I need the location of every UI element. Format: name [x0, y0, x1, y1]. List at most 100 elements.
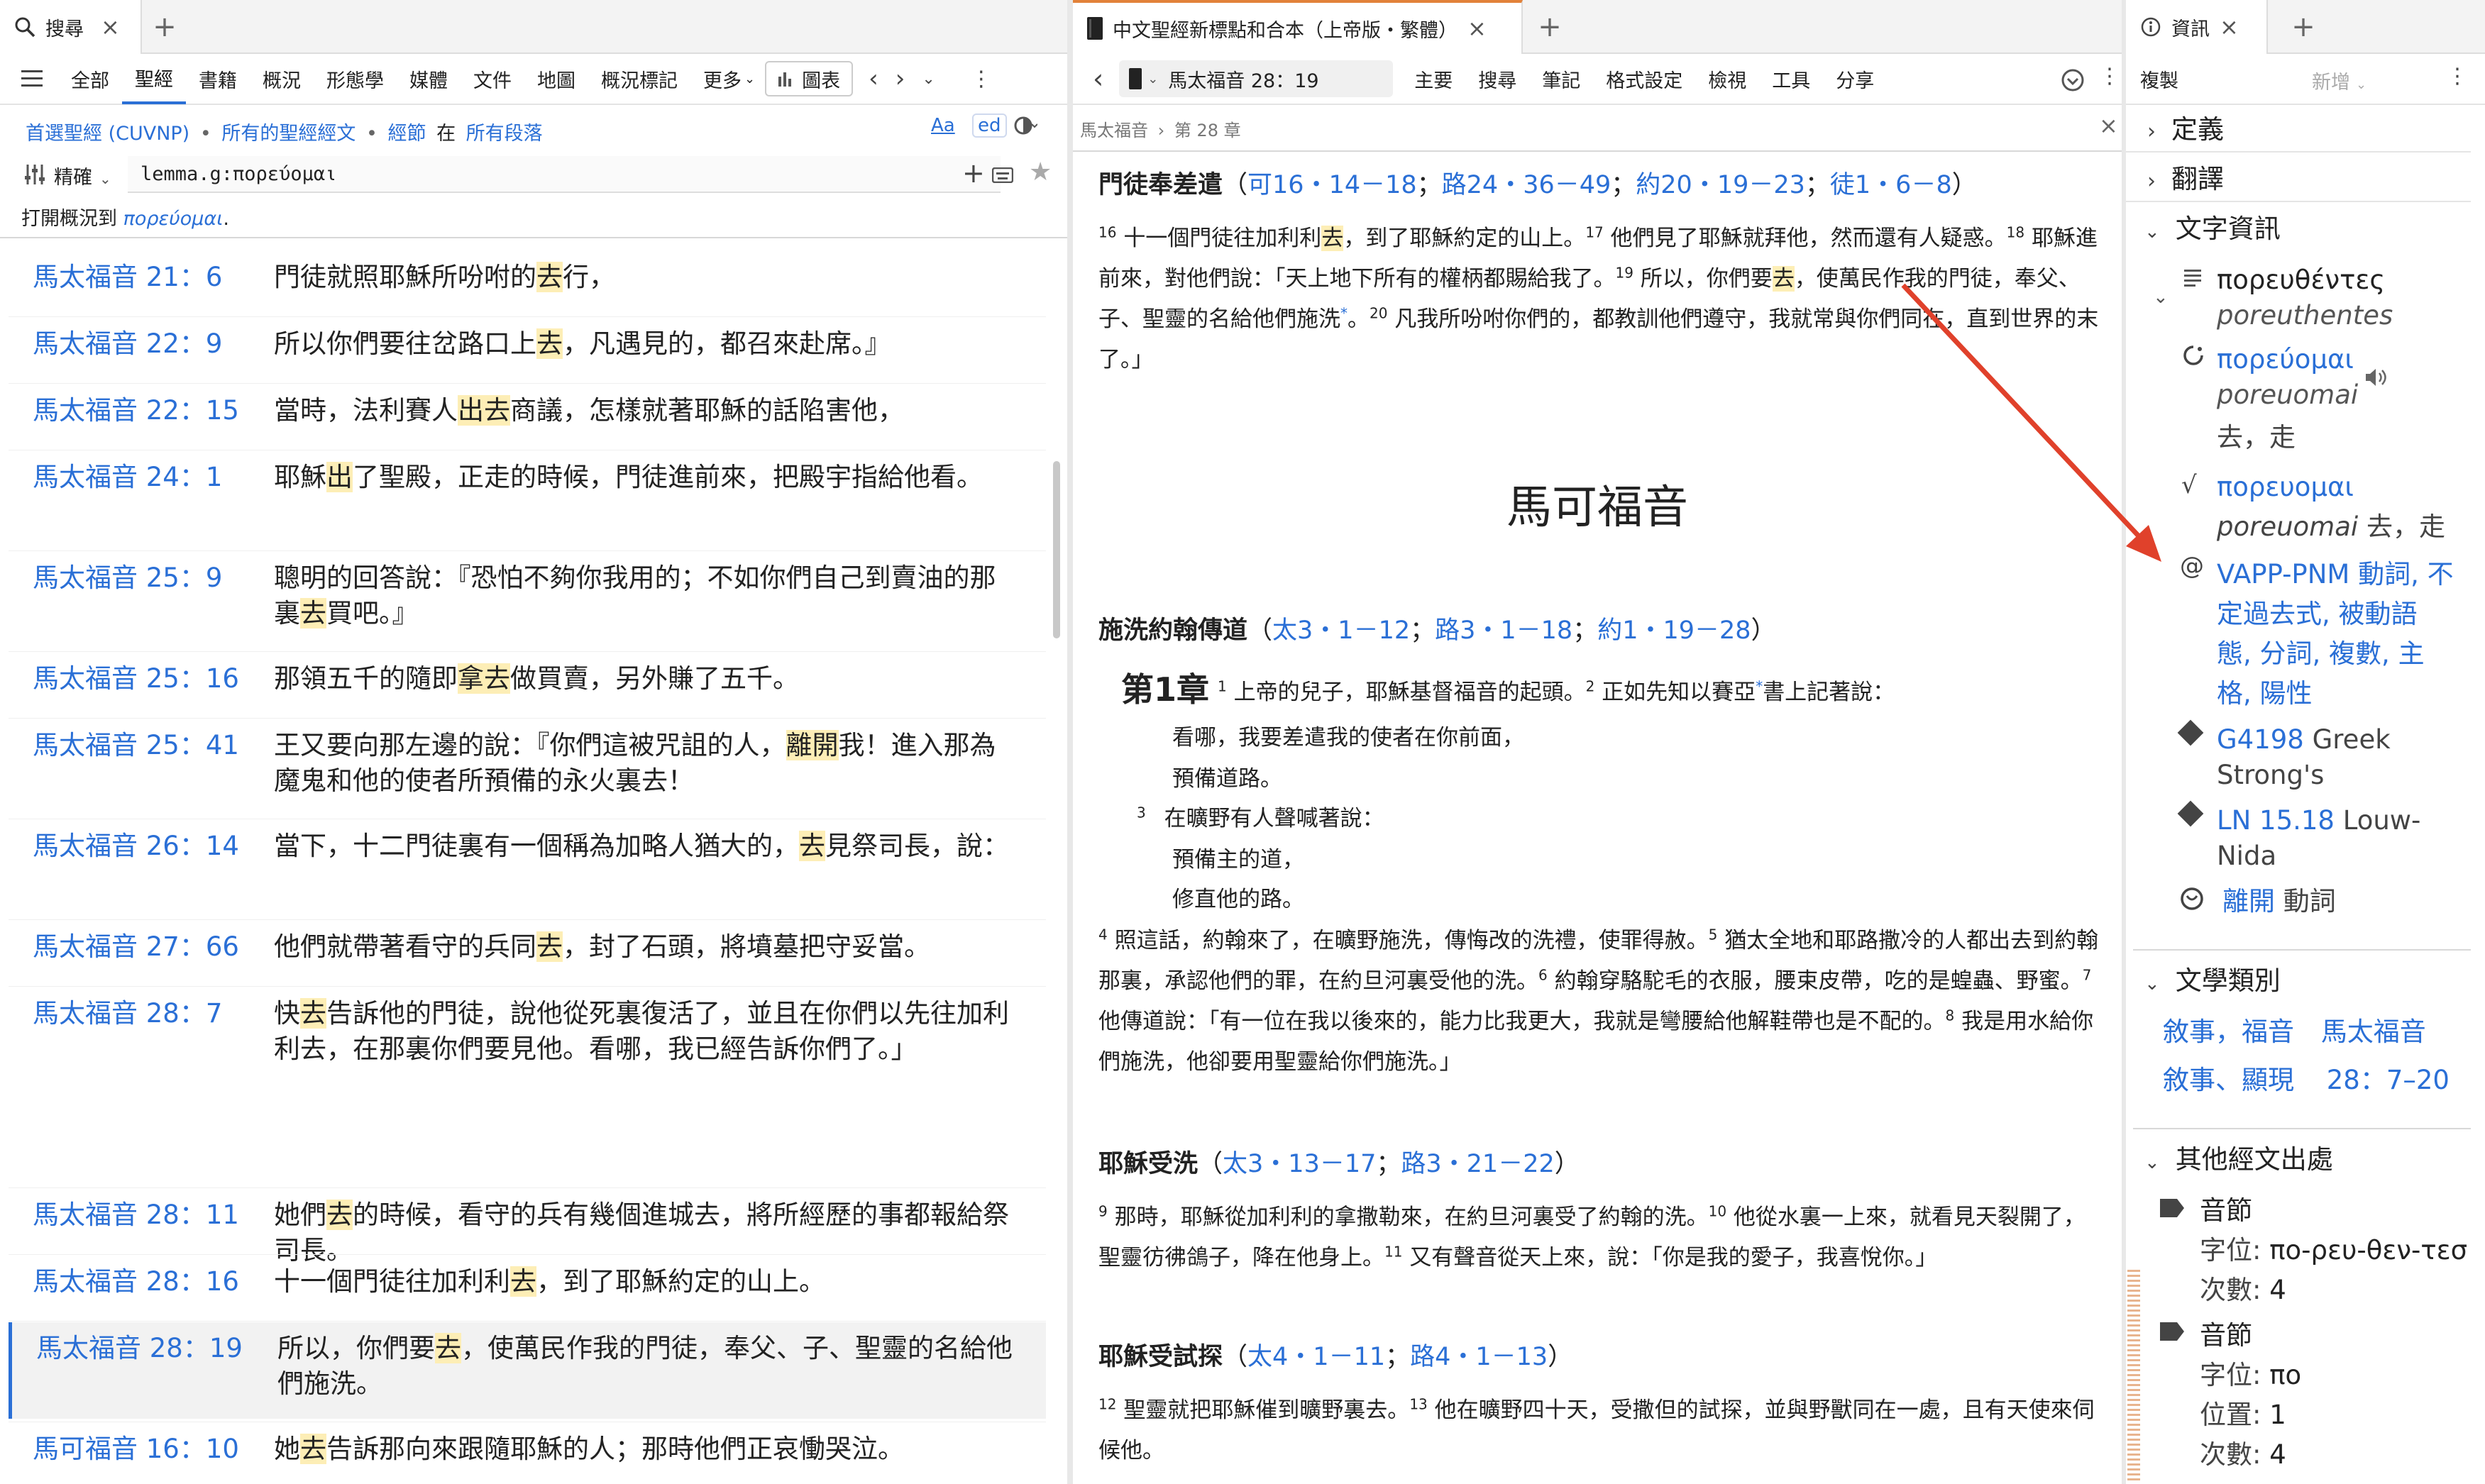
more-options-icon[interactable]: ⋮: [2099, 64, 2120, 89]
new-tab-button[interactable]: +: [1533, 10, 1567, 44]
section-definition[interactable]: › 定義: [2126, 111, 2471, 153]
close-tab-icon[interactable]: ×: [101, 13, 120, 40]
result-row[interactable]: 馬太福音 28：19 所以，你們要去，使萬民作我的門徒，奉父、子、聖靈的名給他們施…: [9, 1322, 1046, 1419]
results-scrollbar[interactable]: [1053, 461, 1060, 638]
open-overview-link[interactable]: πορεύομαι: [123, 208, 224, 230]
parallel-ref[interactable]: 太4・1－11: [1247, 1343, 1385, 1371]
sync-circle-icon[interactable]: [2061, 68, 2085, 92]
copy-button[interactable]: 複製: [2126, 53, 2191, 104]
more-options-icon[interactable]: ⋮: [944, 53, 992, 104]
menu-books[interactable]: 書籍: [186, 53, 250, 104]
result-reference[interactable]: 馬太福音 28：7: [33, 996, 222, 1031]
search-tab[interactable]: 搜尋 ×: [0, 0, 142, 54]
back-arrow-icon[interactable]: ‹: [853, 53, 887, 104]
verse-number[interactable]: 13: [1409, 1396, 1427, 1413]
result-reference[interactable]: 馬太福音 24：1: [33, 460, 222, 495]
favorite-star-icon[interactable]: ★: [1029, 157, 1052, 187]
parallel-ref[interactable]: 約20・19－23: [1636, 171, 1805, 199]
verse-number[interactable]: 16: [1098, 224, 1116, 241]
menu-share[interactable]: 分享: [1823, 53, 1887, 104]
verse-number[interactable]: 17: [1585, 224, 1603, 241]
bible-tab[interactable]: 中文聖經新標點和合本（上帝版・繁體） ×: [1073, 0, 1523, 54]
verse-number[interactable]: 2: [1586, 678, 1595, 695]
verse-number[interactable]: 18: [2007, 224, 2024, 241]
menu-tools[interactable]: 工具: [1759, 53, 1823, 104]
result-reference[interactable]: 馬太福音 25：9: [33, 560, 222, 596]
ed-toggle[interactable]: ed: [972, 113, 1007, 138]
more-options-icon[interactable]: ⋮: [2447, 64, 2468, 89]
new-tab-button[interactable]: +: [148, 10, 182, 44]
breadcrumb-book[interactable]: 馬太福音: [1080, 121, 1148, 140]
verse-number[interactable]: 19: [1616, 265, 1633, 282]
verse-number[interactable]: 6: [1538, 967, 1548, 984]
scope-bible[interactable]: 首選聖經 (CUVNP): [26, 123, 189, 145]
result-reference[interactable]: 馬太福音 25：41: [33, 728, 239, 763]
result-reference[interactable]: 馬太福音 28：16: [33, 1264, 239, 1300]
result-reference[interactable]: 馬太福音 21：6: [33, 260, 222, 295]
result-reference[interactable]: 馬太福音 26：14: [33, 829, 239, 864]
footnote-marker[interactable]: *: [1340, 305, 1348, 322]
genre-link[interactable]: 28：7–20: [2327, 1065, 2450, 1095]
menu-bible[interactable]: 聖經: [122, 53, 186, 104]
section-translation[interactable]: › 翻譯: [2126, 160, 2471, 202]
verse-number[interactable]: 8: [1946, 1007, 1955, 1024]
genre-link[interactable]: 敘事、顯現: [2163, 1065, 2294, 1095]
result-reference[interactable]: 馬太福音 22：15: [33, 393, 239, 428]
menu-overview[interactable]: 概況: [250, 53, 314, 104]
menu-overview-tags[interactable]: 概況標記: [588, 53, 690, 104]
result-reference[interactable]: 馬太福音 27：66: [33, 929, 239, 965]
result-reference[interactable]: 馬太福音 28：19: [36, 1331, 243, 1366]
display-options-icon[interactable]: [1013, 115, 1037, 136]
verse-number[interactable]: 5: [1709, 926, 1718, 943]
menu-morphology[interactable]: 形態學: [314, 53, 397, 104]
audio-speaker-icon[interactable]: [2364, 367, 2388, 387]
scope-scripture[interactable]: 經節: [387, 123, 426, 145]
menu-notes[interactable]: 筆記: [1529, 53, 1593, 104]
parallel-ref[interactable]: 太3・1－12: [1272, 616, 1410, 645]
result-reference[interactable]: 馬太福音 22：9: [33, 326, 222, 362]
parallel-ref[interactable]: 路3・1－18: [1435, 616, 1572, 645]
parallel-ref[interactable]: 路3・21－22: [1401, 1150, 1554, 1178]
section-genre[interactable]: ⌄ 文學類別: [2126, 962, 2281, 1003]
louw-nida-link[interactable]: LN 15.18: [2217, 805, 2335, 836]
info-tab[interactable]: 資訊 ×: [2126, 0, 2268, 54]
back-arrow-icon[interactable]: ‹: [1073, 53, 1111, 104]
menu-maps[interactable]: 地圖: [524, 53, 588, 104]
scope-texts[interactable]: 所有的聖經經文: [221, 123, 356, 145]
verse-number[interactable]: 9: [1098, 1203, 1108, 1220]
chart-button[interactable]: 圖表: [765, 61, 854, 96]
menu-format[interactable]: 格式設定: [1593, 53, 1695, 104]
verse-number[interactable]: 12: [1098, 1396, 1116, 1413]
history-chevron-icon[interactable]: ⌄: [913, 53, 943, 104]
lemma-link[interactable]: πορεύομαι: [2217, 340, 2354, 379]
scope-paragraph[interactable]: 所有段落: [466, 123, 543, 145]
morphology-link[interactable]: VAPP-PNM 動詞, 不 定過去式, 被動語 態, 分詞, 複數, 主 格,…: [2217, 555, 2454, 714]
parallel-ref[interactable]: 約1・19－28: [1597, 616, 1751, 645]
collapse-chevron-icon[interactable]: ⌄: [2153, 287, 2169, 308]
verse-number[interactable]: 7: [2083, 967, 2092, 984]
filter-sliders-icon[interactable]: [24, 165, 45, 184]
close-tab-icon[interactable]: ×: [2220, 13, 2239, 40]
verse-number[interactable]: 1: [1218, 678, 1227, 695]
genre-link[interactable]: 敘事，福音: [2163, 1017, 2294, 1047]
scroll-ruler[interactable]: [2127, 1270, 2140, 1483]
reference-box[interactable]: ⌄ 馬太福音 28：19: [1119, 60, 1394, 97]
menu-media[interactable]: 媒體: [397, 53, 461, 104]
menu-search[interactable]: 搜尋: [1465, 53, 1529, 104]
panel-divider[interactable]: [1067, 0, 1073, 1484]
result-reference[interactable]: 馬可福音 16：10: [33, 1432, 239, 1467]
verse-number[interactable]: 11: [1384, 1244, 1402, 1261]
close-breadcrumb-icon[interactable]: ×: [2099, 112, 2118, 139]
verse-number[interactable]: 10: [1709, 1203, 1726, 1220]
keyboard-icon[interactable]: [992, 167, 1013, 183]
verse-number[interactable]: 20: [1370, 305, 1387, 322]
parallel-ref[interactable]: 路24・36－49: [1442, 171, 1611, 199]
menu-main[interactable]: 主要: [1401, 53, 1465, 104]
add-query-icon[interactable]: +: [962, 157, 985, 189]
result-reference[interactable]: 馬太福音 28：11: [33, 1197, 239, 1233]
parallel-ref[interactable]: 路4・1－13: [1410, 1343, 1548, 1371]
menu-view[interactable]: 檢視: [1695, 53, 1759, 104]
search-mode-select[interactable]: 精確 ⌄: [54, 162, 111, 189]
section-other[interactable]: ⌄ 其他經文出處: [2126, 1141, 2333, 1182]
menu-more[interactable]: 更多 ⌄: [690, 53, 759, 104]
